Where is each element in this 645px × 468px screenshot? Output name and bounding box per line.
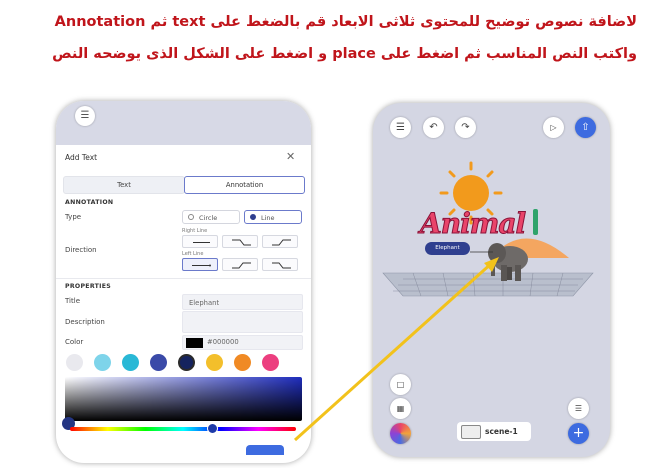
pointer-arrow [293,257,499,442]
